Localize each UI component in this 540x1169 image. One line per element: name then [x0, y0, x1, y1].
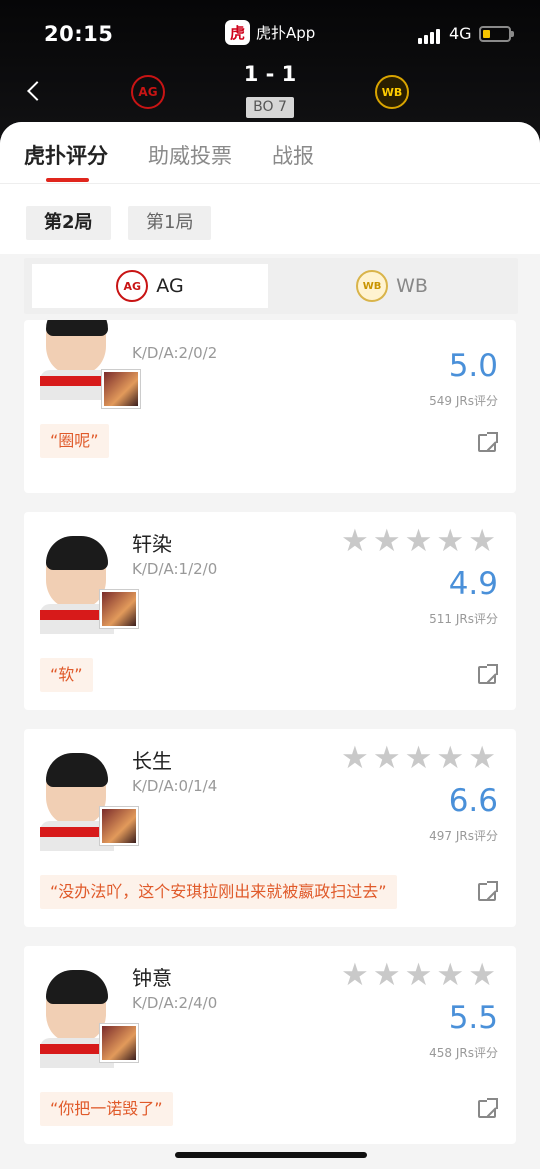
star-icon[interactable]: ★ [468, 960, 496, 991]
star-icon[interactable]: ★ [436, 960, 464, 991]
back-button[interactable] [24, 78, 46, 104]
game-1-button[interactable]: 第1局 [128, 206, 212, 240]
star-rating-input[interactable]: ★ ★ ★ ★ ★ [341, 526, 496, 557]
player-rating: 5.0 [448, 348, 498, 384]
player-rating: 6.6 [448, 783, 498, 819]
star-icon[interactable]: ★ [405, 743, 433, 774]
star-rating-input[interactable]: ★ ★ ★ ★ ★ [341, 743, 496, 774]
star-icon[interactable]: ★ [373, 743, 401, 774]
player-avatar [40, 968, 138, 1068]
match-format-badge: BO 7 [246, 97, 294, 118]
rating-count: 549 JRs评分 [429, 394, 498, 408]
player-kda: K/D/A:0/1/4 [132, 777, 218, 795]
wb-logo-icon [356, 270, 389, 302]
share-icon[interactable] [478, 432, 498, 452]
game-2-button[interactable]: 第2局 [26, 206, 111, 240]
team-option-label: AG [156, 275, 184, 297]
ag-team-logo-icon[interactable] [131, 75, 165, 109]
hupu-logo-icon: 虎 [225, 20, 250, 45]
star-icon[interactable]: ★ [405, 960, 433, 991]
active-tab-indicator [46, 178, 89, 182]
ag-logo-icon [116, 270, 149, 302]
star-icon[interactable]: ★ [341, 743, 369, 774]
star-icon[interactable]: ★ [468, 743, 496, 774]
player-card[interactable]: K/D/A:2/0/2 5.0 549 JRs评分 “圈呢” [24, 320, 516, 493]
star-icon[interactable]: ★ [436, 743, 464, 774]
player-quote: “圈呢” [40, 424, 109, 458]
content-sheet: 虎扑评分 助威投票 战报 第2局 第1局 AG WB K/D/ [0, 122, 540, 1169]
player-avatar [40, 751, 138, 851]
star-icon[interactable]: ★ [468, 526, 496, 557]
tab-hupu-rating[interactable]: 虎扑评分 [24, 140, 108, 170]
tab-match-report[interactable]: 战报 [272, 140, 314, 170]
network-type: 4G [449, 24, 472, 43]
share-icon[interactable] [478, 664, 498, 684]
star-icon[interactable]: ★ [405, 526, 433, 557]
star-rating-input[interactable]: ★ ★ ★ ★ ★ [341, 960, 496, 991]
share-icon[interactable] [478, 1098, 498, 1118]
player-card[interactable]: 钟意 K/D/A:2/4/0 ★ ★ ★ ★ ★ 5.5 458 JRs评分 “… [24, 946, 516, 1144]
player-avatar [40, 534, 138, 634]
star-icon[interactable]: ★ [341, 526, 369, 557]
wb-team-logo-icon[interactable] [375, 75, 409, 109]
tab-bar: 虎扑评分 助威投票 战报 [0, 122, 540, 184]
page: 20:15 虎 虎扑App 4G 1 - 1 BO 7 虎扑评分 助威投票 战报 [0, 0, 540, 1169]
player-kda: K/D/A:2/4/0 [132, 994, 218, 1012]
hero-avatar [100, 1024, 138, 1062]
rating-count: 511 JRs评分 [429, 612, 498, 626]
hero-avatar [100, 807, 138, 845]
player-name: 长生 [132, 749, 172, 773]
game-selector: 第2局 第1局 [0, 184, 540, 254]
player-quote: “你把一诺毁了” [40, 1092, 173, 1126]
player-kda: K/D/A:2/0/2 [132, 344, 218, 362]
app-name: 虎扑App [256, 24, 316, 42]
player-kda: K/D/A:1/2/0 [132, 560, 218, 578]
star-icon[interactable]: ★ [341, 960, 369, 991]
star-icon[interactable]: ★ [373, 526, 401, 557]
star-icon[interactable]: ★ [373, 960, 401, 991]
star-icon[interactable]: ★ [436, 526, 464, 557]
player-avatar [40, 320, 140, 408]
team-selector: AG WB [24, 258, 518, 314]
rating-count: 458 JRs评分 [429, 1046, 498, 1060]
player-card[interactable]: 轩染 K/D/A:1/2/0 ★ ★ ★ ★ ★ 4.9 511 JRs评分 “… [24, 512, 516, 710]
match-score: 1 - 1 [243, 62, 297, 86]
player-quote: “软” [40, 658, 93, 692]
player-name: 轩染 [132, 532, 172, 556]
player-rating: 4.9 [448, 566, 498, 602]
hero-avatar [100, 590, 138, 628]
player-quote: “没办法吖，这个安琪拉刚出来就被嬴政扫过去” [40, 875, 397, 909]
rating-count: 497 JRs评分 [429, 829, 498, 843]
status-time: 20:15 [44, 22, 114, 46]
player-name: 钟意 [132, 966, 172, 990]
signal-icon [418, 28, 442, 44]
app-indicator: 虎 虎扑App [225, 20, 315, 45]
tab-cheer-vote[interactable]: 助威投票 [148, 140, 232, 170]
team-option-ag[interactable]: AG [32, 264, 268, 308]
hero-avatar [102, 370, 140, 408]
player-rating: 5.5 [448, 1000, 498, 1036]
home-indicator[interactable] [175, 1152, 367, 1158]
team-option-wb[interactable]: WB [274, 264, 510, 308]
status-bar: 20:15 虎 虎扑App 4G [0, 18, 540, 50]
battery-icon [479, 26, 514, 42]
team-option-label: WB [396, 275, 428, 297]
player-card[interactable]: 长生 K/D/A:0/1/4 ★ ★ ★ ★ ★ 6.6 497 JRs评分 “… [24, 729, 516, 927]
share-icon[interactable] [478, 881, 498, 901]
